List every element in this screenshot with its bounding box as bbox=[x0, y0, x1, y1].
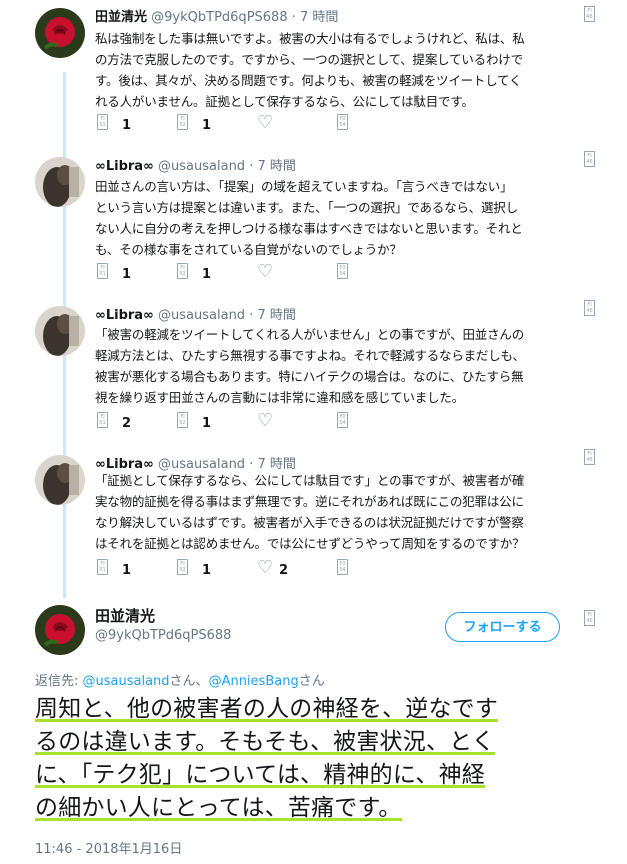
user-handle[interactable]: @9ykQbTPd6qPS688 bbox=[151, 10, 287, 25]
message-icon: F0 54 bbox=[337, 114, 348, 130]
reply-icon: FI 51 bbox=[97, 412, 108, 428]
message-icon: F0 54 bbox=[337, 412, 348, 428]
reply-user-link[interactable]: @usausaland bbox=[83, 674, 170, 689]
retweet-icon: FI 52 bbox=[177, 412, 188, 428]
tweet-text: 田並さんの言い方は、「提案」の域を超えていますね。「言うべきではない」 という言… bbox=[95, 179, 523, 257]
tweet-text: 私は強制をした事は無いですよ。被害の大小は有るでしょうけれど、私は、私 の方法で… bbox=[95, 31, 525, 109]
tweet-text: 「証拠として保存するなら、公にしては駄目です」との事ですが、被害者が確 実な物的… bbox=[95, 473, 525, 551]
reply-icon: FI 51 bbox=[97, 114, 108, 130]
heart-icon: ♡ bbox=[257, 112, 274, 133]
reply-user-link[interactable]: @AnniesBang bbox=[209, 674, 299, 689]
retweet-icon: FI 52 bbox=[177, 263, 188, 279]
heart-icon: ♡ bbox=[257, 557, 274, 578]
retweet-icon: FI 52 bbox=[177, 559, 188, 575]
tweet-header: 田並清光 @9ykQbTPd6qPS688 · 7 時間 bbox=[95, 10, 339, 25]
reply-icon: FI 51 bbox=[97, 559, 108, 575]
heart-icon: ♡ bbox=[257, 261, 274, 282]
message-icon: F0 54 bbox=[337, 263, 348, 279]
avatar[interactable] bbox=[35, 8, 85, 58]
user-handle[interactable]: @usausaland bbox=[158, 308, 245, 323]
main-user-handle[interactable]: @9ykQbTPd6qPS688 bbox=[95, 628, 231, 643]
tweet-timestamp[interactable]: 11:46 - 2018年1月16日 bbox=[35, 838, 182, 857]
follow-button[interactable]: フォローする bbox=[445, 612, 560, 642]
caret-icon[interactable]: FI 46 bbox=[584, 151, 595, 167]
user-handle[interactable]: @usausaland bbox=[158, 159, 245, 174]
caret-icon[interactable]: FI 46 bbox=[584, 6, 595, 22]
reply-to-line: 返信先: @usausalandさん、@AnniesBangさん bbox=[35, 674, 325, 689]
avatar[interactable] bbox=[35, 455, 85, 505]
tweet-header: ∞Libra∞ @usausaland · 7 時間 bbox=[95, 159, 296, 174]
reply-icon: FI 51 bbox=[97, 263, 108, 279]
caret-icon[interactable]: FI 46 bbox=[584, 300, 595, 316]
tweet-time[interactable]: 7 時間 bbox=[257, 159, 295, 174]
display-name[interactable]: ∞Libra∞ bbox=[95, 308, 154, 323]
avatar[interactable] bbox=[35, 306, 85, 356]
tweet-time[interactable]: 7 時間 bbox=[257, 308, 295, 323]
main-display-name[interactable]: 田並清光 bbox=[95, 605, 155, 626]
avatar[interactable] bbox=[35, 157, 85, 207]
main-avatar[interactable] bbox=[35, 605, 85, 655]
caret-icon[interactable]: FI 46 bbox=[584, 449, 595, 465]
display-name[interactable]: 田並清光 bbox=[95, 10, 147, 25]
main-tweet-text: 周知と、他の被害者の人の神経を、逆なです るのは違います。そもそも、被害状況、と… bbox=[35, 696, 499, 821]
display-name[interactable]: ∞Libra∞ bbox=[95, 159, 154, 174]
heart-icon: ♡ bbox=[257, 410, 274, 431]
tweet-time[interactable]: 7 時間 bbox=[300, 10, 338, 25]
retweet-icon: FI 52 bbox=[177, 114, 188, 130]
caret-icon[interactable]: FI 46 bbox=[584, 610, 595, 626]
tweet-header: ∞Libra∞ @usausaland · 7 時間 bbox=[95, 308, 296, 323]
message-icon: F0 54 bbox=[337, 559, 348, 575]
tweet-text: 「被害の軽減をツイートしてくれる人がいません」との事ですが、田並さんの 軽減方法… bbox=[95, 327, 525, 405]
